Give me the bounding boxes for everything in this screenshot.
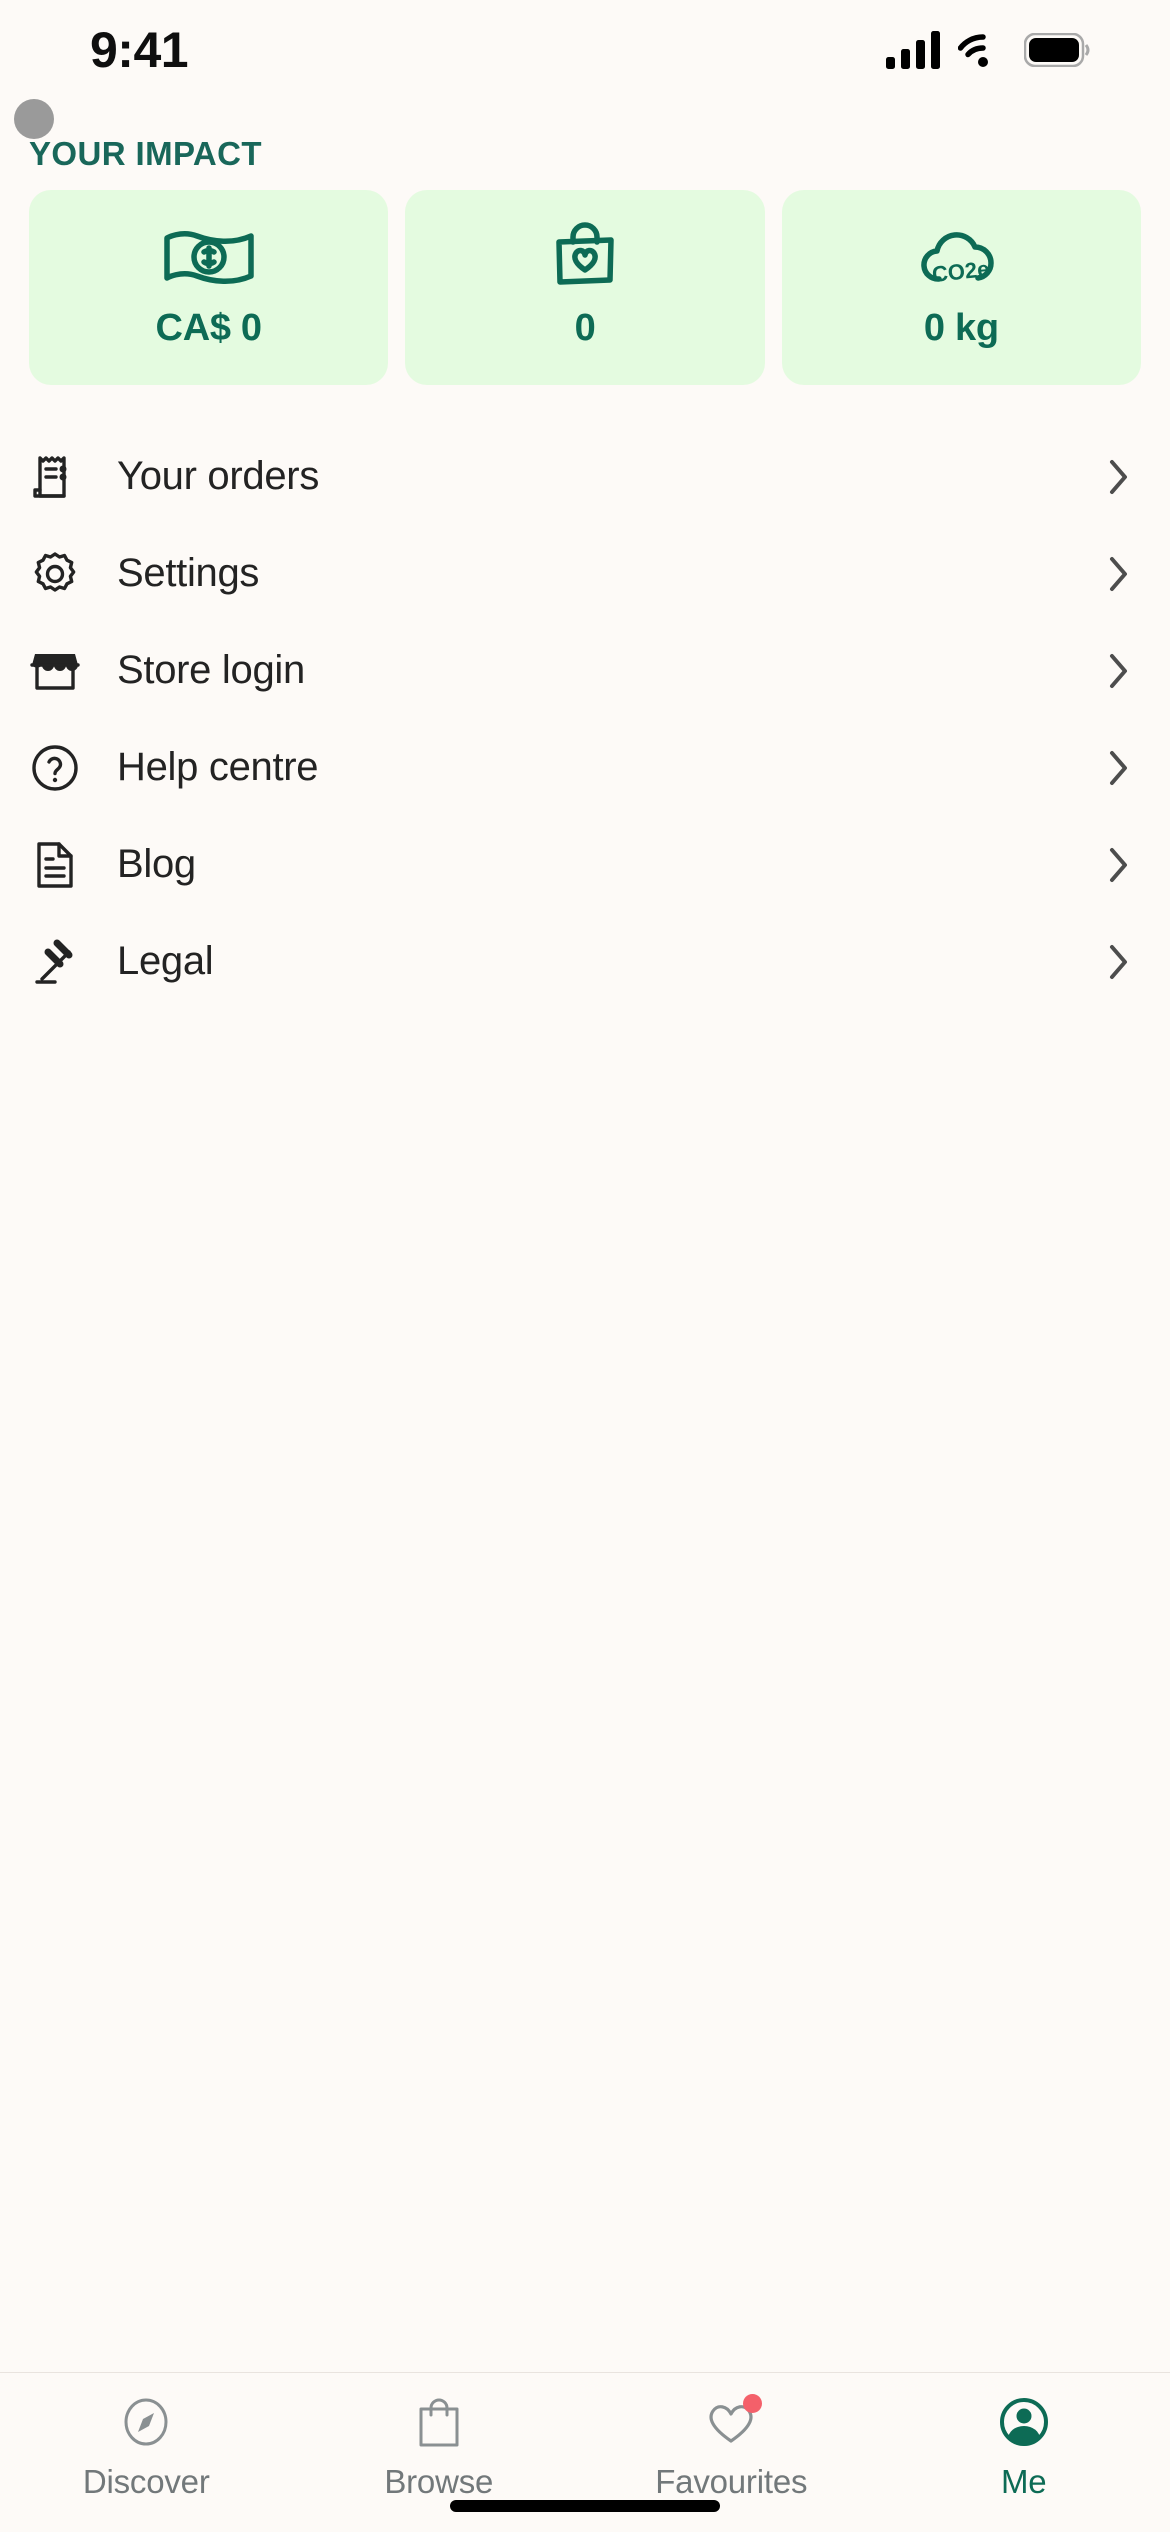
home-indicator xyxy=(450,2500,720,2512)
banknote-money-icon xyxy=(161,225,257,289)
page-title: YOUR IMPACT xyxy=(29,135,262,172)
chevron-right-icon xyxy=(1108,846,1130,884)
chevron-right-icon xyxy=(1108,749,1130,787)
menu-item-help-centre[interactable]: Help centre xyxy=(0,719,1170,816)
tab-me[interactable]: Me xyxy=(878,2395,1170,2501)
gear-icon xyxy=(29,548,81,600)
menu-item-blog[interactable]: Blog xyxy=(0,816,1170,913)
tab-browse[interactable]: Browse xyxy=(293,2395,586,2501)
status-indicators xyxy=(886,31,1090,69)
tab-label: Me xyxy=(1001,2463,1047,2500)
menu-item-label: Settings xyxy=(117,551,260,595)
impact-cards: CA$ 0 0 CO2e 0 kg xyxy=(29,190,1141,385)
cellular-signal-icon xyxy=(886,31,940,69)
impact-value-co2: 0 kg xyxy=(923,307,999,349)
person-circle-icon xyxy=(995,2395,1053,2449)
svg-text:CO2e: CO2e xyxy=(931,256,991,287)
gavel-icon xyxy=(29,936,81,988)
shopping-bag-icon xyxy=(410,2395,468,2449)
notification-badge xyxy=(743,2394,763,2413)
tab-label: Browse xyxy=(384,2463,494,2500)
document-icon xyxy=(29,839,81,891)
menu-item-store-login[interactable]: Store login xyxy=(0,622,1170,719)
tab-label: Discover xyxy=(82,2463,210,2500)
impact-value-money: CA$ 0 xyxy=(155,307,263,349)
menu-item-your-orders[interactable]: Your orders xyxy=(0,428,1170,525)
app-screen: 9:41 YOUR IMPACT CA$ 0 0 CO2e 0 kg Your … xyxy=(0,0,1170,2532)
tab-discover[interactable]: Discover xyxy=(0,2395,293,2501)
impact-card-meals[interactable]: 0 xyxy=(405,190,765,385)
tab-label: Favourites xyxy=(655,2463,808,2500)
avatar[interactable] xyxy=(14,99,54,139)
menu-item-legal[interactable]: Legal xyxy=(0,913,1170,1010)
chevron-right-icon xyxy=(1108,555,1130,593)
chevron-right-icon xyxy=(1108,652,1130,690)
wifi-icon xyxy=(958,34,988,67)
menu-list: Your orders Settings Store login Help ce… xyxy=(0,428,1170,1010)
menu-item-label: Blog xyxy=(117,842,196,886)
menu-item-label: Legal xyxy=(117,939,214,983)
menu-item-label: Your orders xyxy=(117,454,320,498)
status-time: 9:41 xyxy=(90,22,189,78)
status-bar: 9:41 xyxy=(0,0,1170,100)
chevron-right-icon xyxy=(1108,458,1130,496)
battery-icon xyxy=(1024,33,1090,67)
impact-card-co2[interactable]: CO2e 0 kg xyxy=(781,190,1141,385)
tab-favourites[interactable]: Favourites xyxy=(585,2394,878,2501)
shopping-bag-heart-icon xyxy=(547,222,623,289)
question-circle-icon xyxy=(29,742,81,794)
heart-icon xyxy=(702,2394,763,2449)
compass-icon xyxy=(117,2395,175,2449)
menu-item-settings[interactable]: Settings xyxy=(0,525,1170,622)
receipt-icon xyxy=(29,451,81,503)
impact-value-meals: 0 xyxy=(574,307,596,349)
chevron-right-icon xyxy=(1108,943,1130,981)
impact-card-money[interactable]: CA$ 0 xyxy=(29,190,389,385)
co2e-cloud-icon: CO2e xyxy=(909,225,1013,289)
storefront-icon xyxy=(29,645,81,697)
menu-item-label: Help centre xyxy=(117,745,319,789)
menu-item-label: Store login xyxy=(117,648,305,692)
